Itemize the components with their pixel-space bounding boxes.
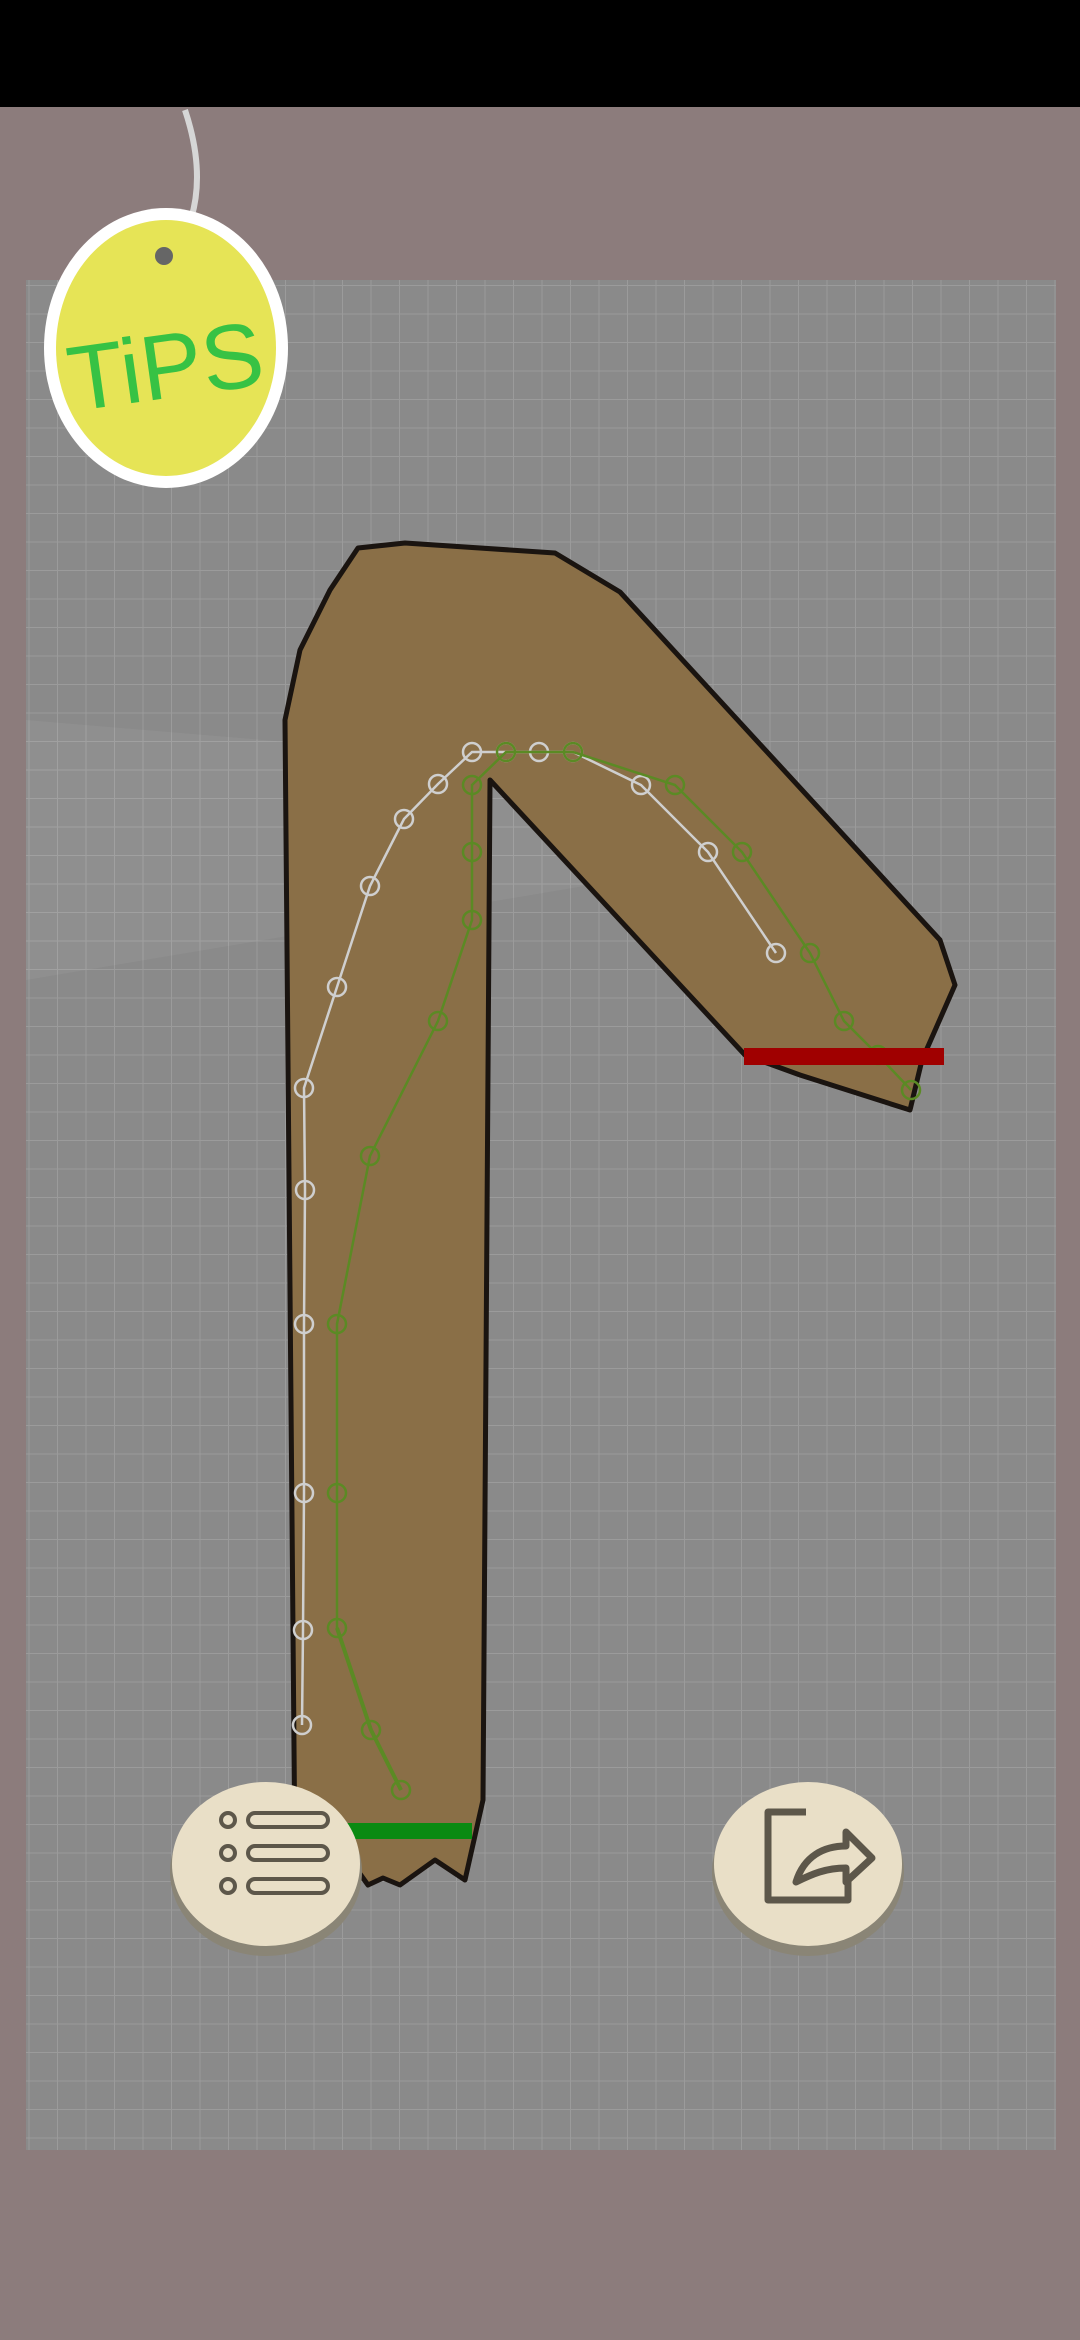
end-marker	[744, 1048, 944, 1065]
exit-button[interactable]	[708, 1770, 908, 1960]
tag-hole-icon	[155, 247, 173, 265]
tips-tag[interactable]: TiPS	[40, 100, 300, 500]
menu-button[interactable]	[166, 1770, 366, 1960]
